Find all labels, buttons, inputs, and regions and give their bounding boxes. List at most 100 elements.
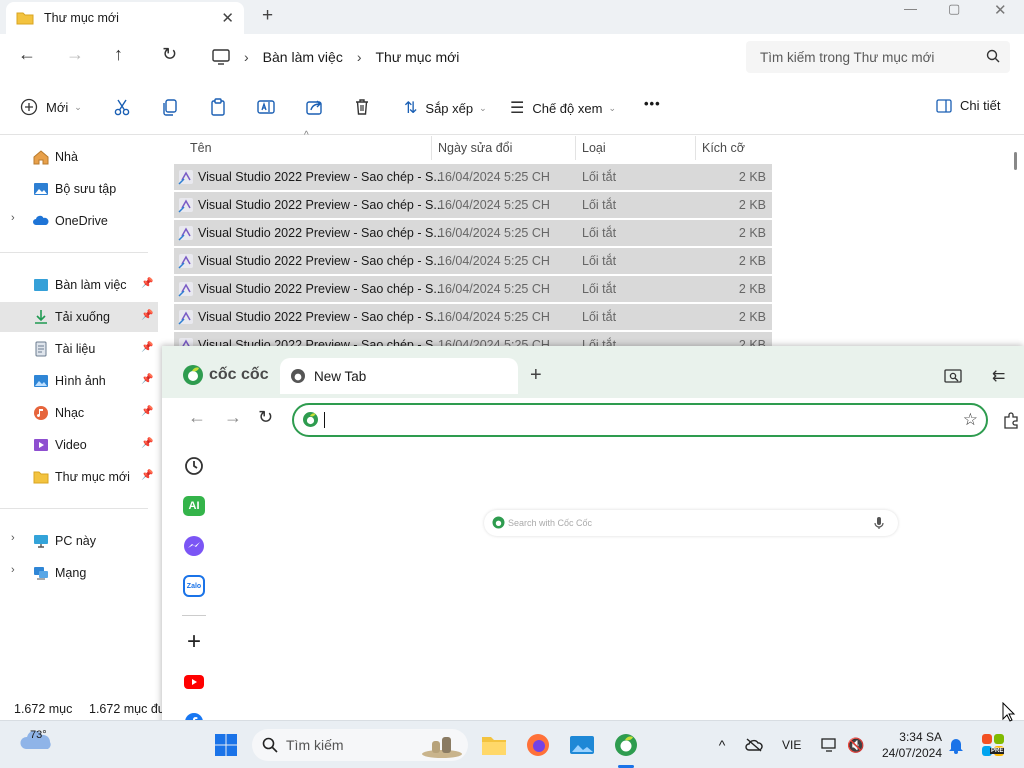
windows-logo-icon — [215, 734, 237, 756]
new-button-label: Mới — [46, 99, 69, 115]
extensions-icon[interactable] — [1002, 411, 1020, 429]
close-tab-icon[interactable]: ✕ — [221, 9, 234, 27]
sidebar-item-desktop[interactable]: Bàn làm việc 📌 — [0, 270, 158, 300]
sidebar-item-label: Video — [55, 438, 87, 452]
column-header-type[interactable]: Loại — [582, 141, 606, 155]
share-icon[interactable] — [304, 97, 324, 117]
messenger-icon[interactable] — [176, 528, 212, 564]
browser-tab-new-tab[interactable]: New Tab — [280, 358, 518, 394]
file-row[interactable]: Visual Studio 2022 Preview - Sao chép - … — [174, 192, 772, 218]
newtab-search-input[interactable]: Search with Cốc Cốc — [484, 510, 898, 536]
start-button[interactable] — [212, 731, 240, 759]
close-window-icon[interactable]: ✕ — [994, 1, 1007, 19]
sidebar-item-this-pc[interactable]: PC này — [0, 526, 158, 556]
paste-icon[interactable] — [208, 97, 228, 117]
pin-icon[interactable]: 📌 — [141, 278, 153, 289]
explorer-tab[interactable]: Thư mục mới ✕ — [6, 2, 244, 34]
history-icon[interactable] — [176, 448, 212, 484]
file-row[interactable]: Visual Studio 2022 Preview - Sao chép - … — [174, 304, 772, 330]
view-button[interactable]: ☰ Chế độ xem ⌄ — [510, 98, 616, 118]
breadcrumb-new-folder[interactable]: Thư mục mới — [376, 49, 460, 65]
more-options-button[interactable]: ••• — [644, 96, 661, 111]
onedrive-offline-icon[interactable] — [744, 735, 764, 755]
weather-widget[interactable]: 73° — [18, 729, 58, 757]
taskbar-search[interactable]: Tìm kiếm — [252, 729, 468, 761]
breadcrumb-desktop[interactable]: Bàn làm việc — [263, 49, 343, 65]
coccoc-omnibox-icon — [303, 412, 318, 427]
scrollbar-thumb[interactable] — [1014, 152, 1017, 170]
pin-icon[interactable]: 📌 — [141, 470, 153, 481]
rename-icon[interactable] — [256, 97, 276, 117]
sidebar-item-label: Thư mục mới — [55, 470, 130, 484]
network-status-icon[interactable] — [820, 735, 840, 755]
file-name: Visual Studio 2022 Preview - Sao chép - … — [198, 282, 444, 296]
minimize-icon[interactable]: — — [904, 1, 917, 16]
microphone-icon[interactable] — [874, 516, 884, 530]
column-header-name[interactable]: Tên — [190, 141, 212, 155]
notification-bell-icon[interactable] — [946, 735, 966, 755]
show-hidden-icons-chevron-icon[interactable]: ^ — [712, 735, 732, 755]
coccoc-taskbar-icon[interactable] — [612, 731, 640, 759]
back-icon[interactable]: ← — [188, 407, 206, 428]
pin-icon[interactable]: 📌 — [141, 374, 153, 385]
search-input[interactable]: Tìm kiếm trong Thư mục mới — [746, 41, 1010, 73]
new-tab-icon[interactable]: + — [530, 364, 542, 387]
file-row[interactable]: Visual Studio 2022 Preview - Sao chép - … — [174, 248, 772, 274]
forward-icon[interactable]: → — [224, 407, 242, 428]
file-row[interactable]: Visual Studio 2022 Preview - Sao chép - … — [174, 276, 772, 302]
add-icon[interactable]: + — [176, 624, 212, 660]
sidebar-item-new-folder[interactable]: Thư mục mới 📌 — [0, 462, 158, 492]
sidebar-item-pictures[interactable]: Hình ảnh 📌 — [0, 366, 158, 396]
firefox-icon[interactable] — [524, 731, 552, 759]
pin-icon[interactable]: 📌 — [141, 342, 153, 353]
up-icon[interactable]: ↑ — [114, 44, 123, 65]
sidebar-item-network[interactable]: Mạng — [0, 558, 158, 588]
sidebar-item-music[interactable]: Nhạc 📌 — [0, 398, 158, 428]
sidebar-item-video[interactable]: Video 📌 — [0, 430, 158, 460]
system-clock[interactable]: 3:34 SA 24/07/2024 — [872, 729, 942, 761]
zalo-icon[interactable]: Zalo — [176, 568, 212, 604]
column-header-date[interactable]: Ngày sửa đổi — [438, 141, 512, 155]
sidebar-item-documents[interactable]: Tài liệu 📌 — [0, 334, 158, 364]
sidebar-item-home[interactable]: Nhà — [0, 142, 158, 172]
explorer-titlebar: Thư mục mới ✕ + — ▢ ✕ — [0, 0, 1024, 34]
new-tab-icon[interactable]: + — [262, 5, 273, 27]
photos-icon[interactable] — [568, 731, 596, 759]
pin-icon[interactable]: 📌 — [141, 438, 153, 449]
column-header-size[interactable]: Kích cỡ — [702, 141, 745, 155]
file-name: Visual Studio 2022 Preview - Sao chép - … — [198, 170, 444, 184]
bookmark-star-icon[interactable]: ☆ — [963, 410, 978, 430]
back-icon[interactable]: ← — [18, 44, 36, 65]
collapse-icon[interactable]: ⇇ — [992, 366, 1005, 386]
sidebar-item-onedrive[interactable]: OneDrive — [0, 206, 158, 236]
file-row[interactable]: Visual Studio 2022 Preview - Sao chép - … — [174, 164, 772, 190]
reload-icon[interactable]: ↻ — [258, 407, 273, 428]
sort-button[interactable]: ⇅ Sắp xếp ⌄ — [404, 98, 487, 118]
file-explorer-taskbar-icon[interactable] — [480, 731, 508, 759]
file-row[interactable]: Visual Studio 2022 Preview - Sao chép - … — [174, 220, 772, 246]
forward-icon[interactable]: → — [66, 44, 84, 65]
coccoc-logo[interactable]: cốc cốc — [182, 364, 269, 386]
sidebar-item-gallery[interactable]: Bộ sưu tập — [0, 174, 158, 204]
copy-icon[interactable] — [160, 97, 180, 117]
volume-muted-icon[interactable]: 🔇 — [846, 735, 866, 755]
breadcrumb[interactable]: › Bàn làm việc › Thư mục mới — [198, 41, 733, 73]
pin-icon[interactable]: 📌 — [141, 310, 153, 321]
maximize-icon[interactable]: ▢ — [948, 1, 960, 17]
refresh-icon[interactable]: ↻ — [162, 44, 177, 65]
pin-icon[interactable]: 📌 — [141, 406, 153, 417]
column-separator[interactable] — [431, 136, 432, 160]
new-button[interactable]: Mới ⌄ — [20, 98, 82, 116]
tab-search-icon[interactable] — [944, 368, 962, 384]
ai-icon[interactable]: AI — [176, 488, 212, 524]
delete-icon[interactable] — [352, 97, 372, 117]
sidebar-item-downloads[interactable]: Tải xuống 📌 — [0, 302, 158, 332]
language-indicator[interactable]: VIE — [782, 738, 801, 752]
address-bar-input[interactable]: ☆ — [292, 403, 988, 437]
details-button[interactable]: Chi tiết — [936, 98, 1000, 113]
copilot-icon[interactable]: PRE — [980, 732, 1006, 758]
youtube-icon[interactable] — [176, 664, 212, 700]
cut-icon[interactable] — [112, 97, 132, 117]
column-separator[interactable] — [575, 136, 576, 160]
column-separator[interactable] — [695, 136, 696, 160]
